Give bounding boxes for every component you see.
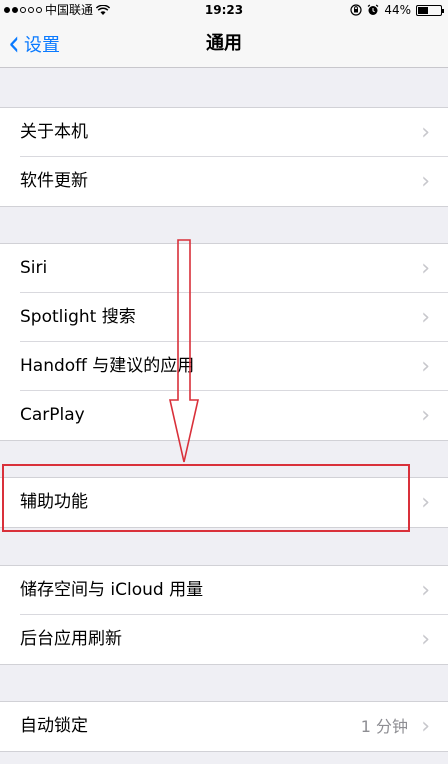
cell-detail-value: 1 分钟	[360, 717, 408, 736]
settings-cell-auto-lock[interactable]: 自动锁定 1 分钟 ›	[0, 702, 448, 751]
battery-percent: 44%	[384, 3, 411, 17]
chevron-right-icon: ›	[421, 256, 430, 281]
settings-group-auto-lock: 自动锁定 1 分钟 ›	[0, 701, 448, 752]
chevron-right-icon: ›	[421, 120, 430, 145]
cell-label: CarPlay	[20, 405, 85, 425]
battery-icon	[416, 4, 444, 16]
battery-level-fill	[418, 6, 428, 14]
cell-label: 辅助功能	[20, 492, 88, 512]
chevron-right-icon: ›	[421, 490, 430, 515]
rotation-lock-icon	[350, 4, 362, 16]
cell-label: Siri	[20, 258, 48, 278]
cell-label: 后台应用刷新	[20, 629, 122, 649]
settings-cell-spotlight[interactable]: Spotlight 搜索 ›	[0, 293, 448, 342]
chevron-right-icon: ›	[421, 354, 430, 379]
settings-cell-handoff[interactable]: Handoff 与建议的应用 ›	[0, 342, 448, 391]
alarm-icon	[367, 4, 379, 15]
cell-label: 自动锁定	[20, 716, 88, 736]
settings-cell-background-refresh[interactable]: 后台应用刷新 ›	[0, 615, 448, 664]
settings-cell-software-update[interactable]: 软件更新 ›	[0, 157, 448, 206]
chevron-right-icon: ›	[421, 627, 430, 652]
settings-cell-storage[interactable]: 储存空间与 iCloud 用量 ›	[0, 566, 448, 615]
navigation-bar: ‹ 设置 通用	[0, 20, 448, 68]
chevron-right-icon: ›	[421, 403, 430, 428]
status-right: 44%	[350, 0, 444, 20]
settings-cell-siri[interactable]: Siri ›	[0, 244, 448, 293]
cell-label: Handoff 与建议的应用	[20, 356, 195, 376]
status-bar: 中国联通 19:23 44%	[0, 0, 448, 20]
settings-group-about: 关于本机 › 软件更新 ›	[0, 107, 448, 207]
settings-cell-carplay[interactable]: CarPlay ›	[0, 391, 448, 440]
settings-group-siri: Siri › Spotlight 搜索 › Handoff 与建议的应用 › C…	[0, 243, 448, 441]
chevron-right-icon: ›	[421, 305, 430, 330]
settings-cell-about[interactable]: 关于本机 ›	[0, 108, 448, 157]
cell-label: Spotlight 搜索	[20, 307, 136, 327]
page-title: 通用	[206, 33, 242, 54]
cell-label: 软件更新	[20, 171, 88, 191]
settings-cell-accessibility[interactable]: 辅助功能 ›	[0, 478, 448, 527]
settings-group-accessibility: 辅助功能 ›	[0, 477, 448, 528]
cell-label: 储存空间与 iCloud 用量	[20, 580, 204, 600]
settings-group-storage: 储存空间与 iCloud 用量 › 后台应用刷新 ›	[0, 565, 448, 665]
chevron-right-icon: ›	[421, 578, 430, 603]
cell-label: 关于本机	[20, 122, 88, 142]
chevron-right-icon: ›	[421, 169, 430, 194]
chevron-right-icon: ›	[421, 714, 430, 739]
